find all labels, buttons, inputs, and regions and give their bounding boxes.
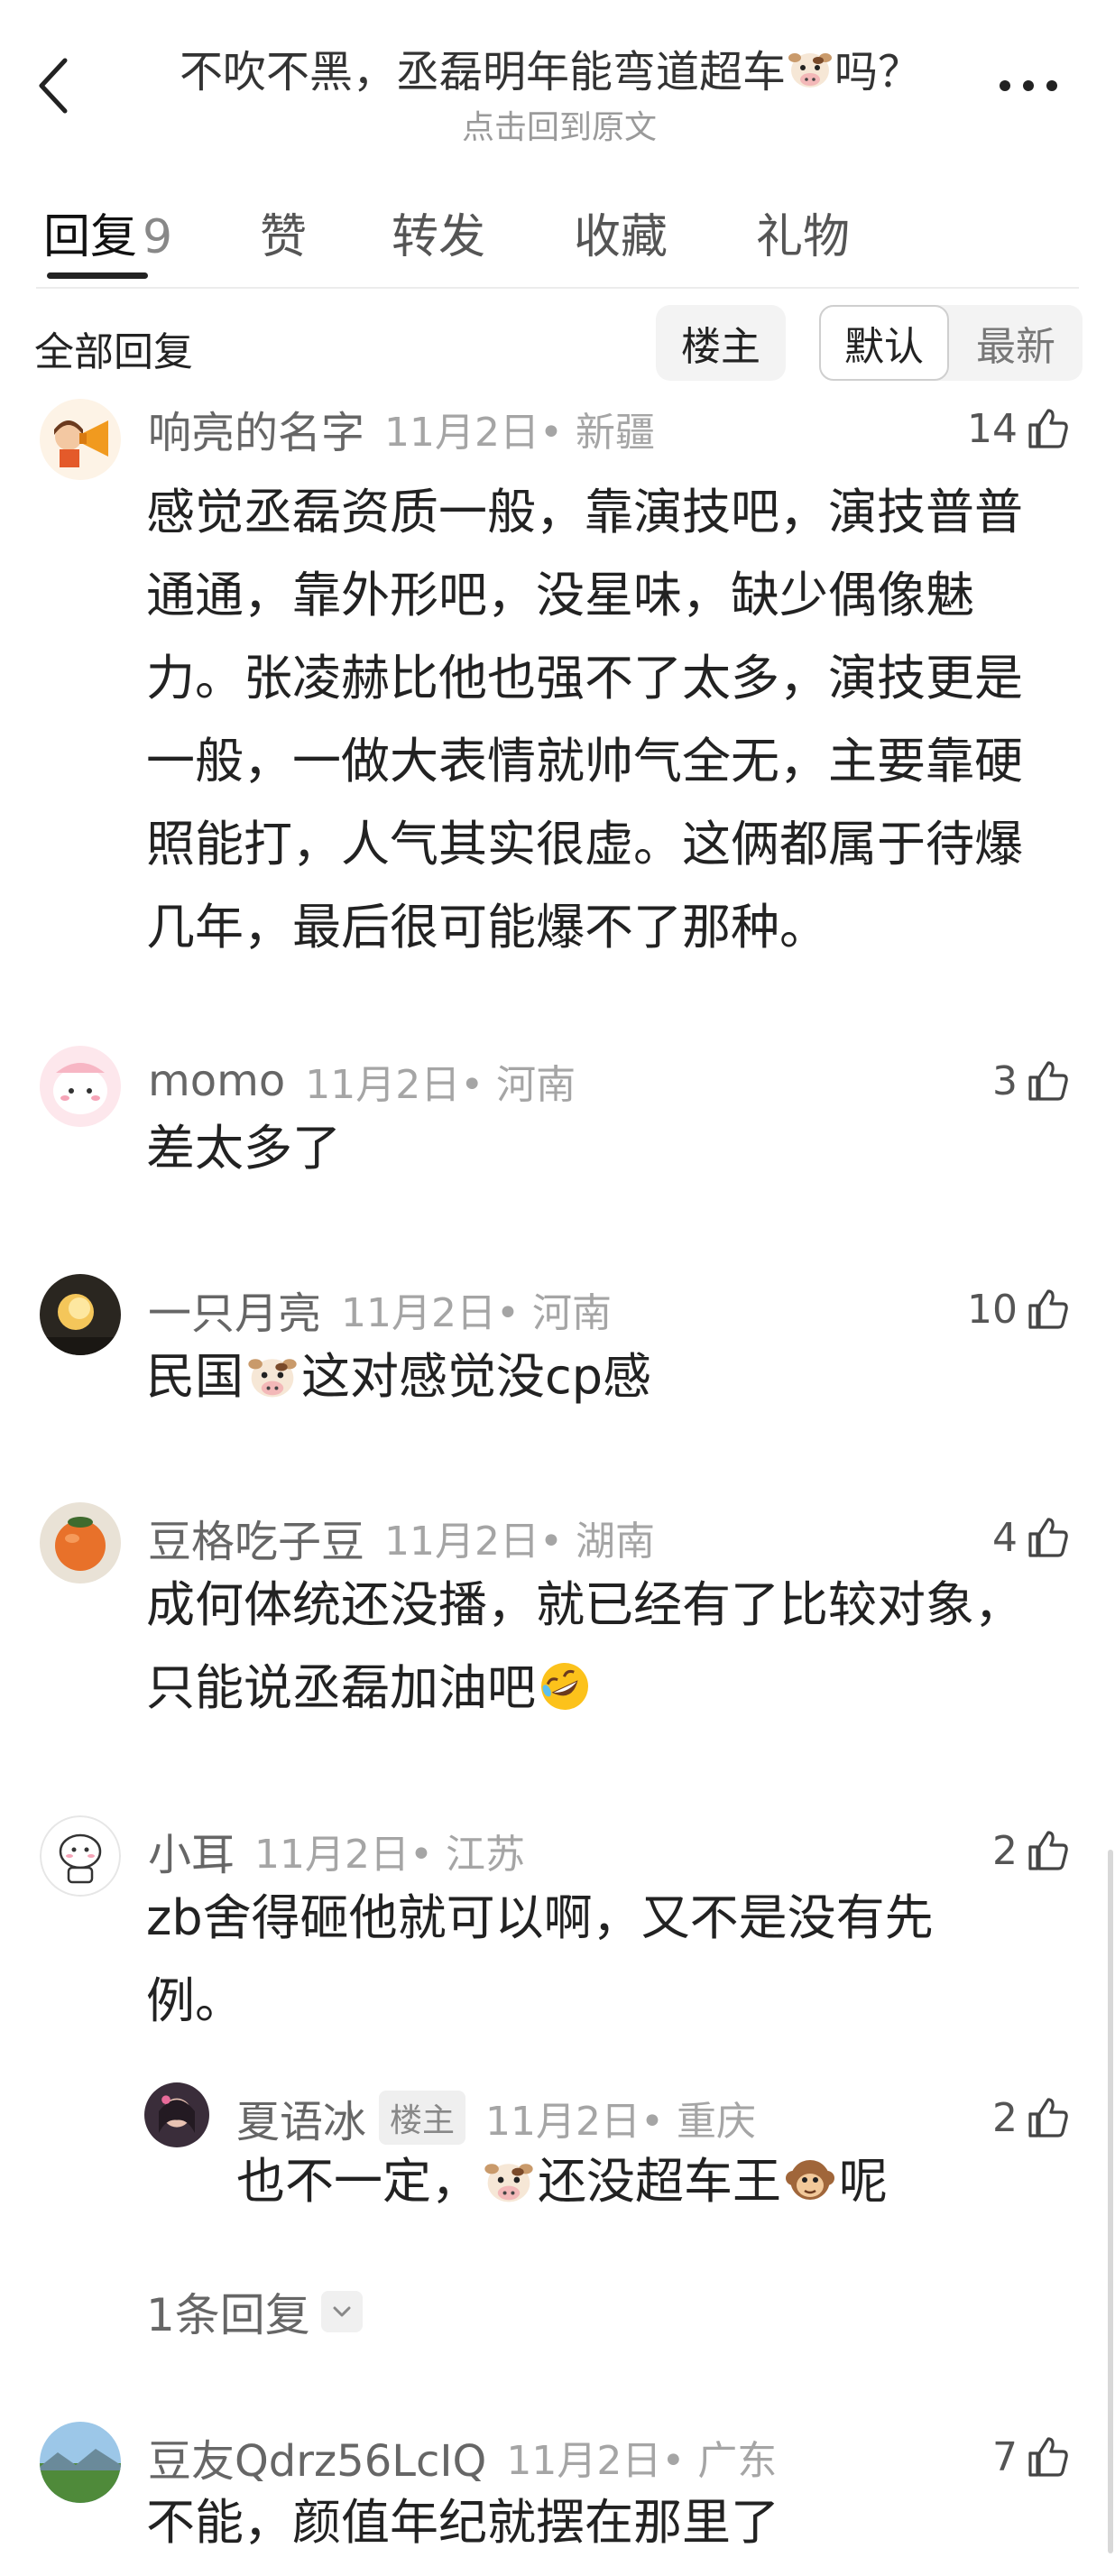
tab-bar: 回复 9 赞 转发 收藏 礼物 xyxy=(0,189,1115,289)
avatar[interactable] xyxy=(40,1815,121,1897)
chevron-left-icon xyxy=(39,58,68,114)
username[interactable]: 一只月亮 xyxy=(148,1278,321,1341)
comment-location: • 河南 xyxy=(496,1290,612,1336)
comment-meta: momo 11月2日 • 河南 xyxy=(148,1049,576,1113)
like-button[interactable]: 7 xyxy=(992,2425,1070,2488)
comment-time: 11月2日 xyxy=(341,1290,496,1336)
comment-meta: 豆格吃子豆 11月2日 • 湖南 xyxy=(148,1506,655,1569)
back-button[interactable] xyxy=(27,50,81,122)
comment-text: 不能，颜值年纪就摆在那里了 xyxy=(146,2494,779,2551)
like-button[interactable]: 10 xyxy=(967,1278,1070,1341)
monkey-emoji-icon xyxy=(783,2149,837,2232)
chevron-down-icon xyxy=(320,2291,363,2332)
like-count: 2 xyxy=(992,2094,1018,2141)
divider xyxy=(36,287,1079,289)
filter-row: 全部回复 楼主 默认 最新 xyxy=(0,298,1115,388)
comment-location: • 湖南 xyxy=(539,1519,655,1565)
like-count: 14 xyxy=(967,405,1018,452)
comment-text: 成何体统还没播，就已经有了比较对象， 只能说丞磊加油吧 xyxy=(146,1564,1023,1739)
sort-default-button[interactable]: 默认 xyxy=(819,305,949,381)
like-button[interactable]: 14 xyxy=(967,397,1070,460)
reply-count: 9 xyxy=(143,210,173,264)
sort-latest-button[interactable]: 最新 xyxy=(949,305,1083,381)
avatar[interactable] xyxy=(40,2422,121,2503)
comment-time: 11月2日 xyxy=(384,1519,539,1565)
more-dots-icon xyxy=(1000,80,1010,91)
tab-gifts[interactable]: 礼物 xyxy=(756,199,850,266)
comment-location: • 河南 xyxy=(460,1062,576,1108)
reply-text: 也不一定， 还没超车王呢 xyxy=(236,2140,888,2232)
all-replies-label: 全部回复 xyxy=(34,329,193,375)
avatar[interactable] xyxy=(40,1046,121,1127)
comment-meta: 一只月亮 11月2日 • 河南 xyxy=(148,1278,612,1341)
avatar[interactable] xyxy=(40,399,121,480)
avatar[interactable] xyxy=(40,1274,121,1355)
cow-emoji-icon xyxy=(482,2149,536,2232)
comment-time: 11月2日 xyxy=(305,1062,461,1108)
comment-time: 11月2日 xyxy=(485,2099,641,2145)
like-count: 7 xyxy=(992,2433,1018,2480)
thumbs-up-icon xyxy=(1028,1289,1068,1329)
comment-text: 差太多了 xyxy=(146,1120,341,1177)
comment-location: • 新疆 xyxy=(539,410,655,456)
post-title-text: 不吹不黑，丞磊明年能弯道超车 xyxy=(179,47,786,97)
like-count: 4 xyxy=(992,1514,1018,1561)
username[interactable]: 豆格吃子豆 xyxy=(148,1506,364,1569)
comment-text: zb舍得砸他就可以啊，又不是没有先 例。 xyxy=(146,1889,934,2029)
top-bar: 不吹不黑，丞磊明年能弯道超车 吗？ 点击回到原文 xyxy=(0,0,1115,171)
op-only-filter-button[interactable]: 楼主 xyxy=(656,305,786,381)
expand-replies-button[interactable]: 1条回复 xyxy=(146,2279,363,2344)
thumbs-up-icon xyxy=(1028,1831,1068,1870)
thumbs-up-icon xyxy=(1028,409,1068,448)
like-count: 3 xyxy=(992,1057,1018,1104)
cow-emoji-icon xyxy=(786,43,834,103)
thumbs-up-icon xyxy=(1028,1518,1068,1557)
comment-time: 11月2日 xyxy=(384,410,539,456)
more-options-button[interactable] xyxy=(992,63,1064,108)
like-count: 10 xyxy=(967,1286,1018,1333)
comment-location: • 江苏 xyxy=(410,1832,525,1878)
thumbs-up-icon xyxy=(1028,2437,1068,2477)
username[interactable]: 响亮的名字 xyxy=(148,397,364,460)
thumbs-up-icon xyxy=(1028,1061,1068,1101)
comment-location: • 广东 xyxy=(661,2438,778,2484)
like-count: 2 xyxy=(992,1827,1018,1874)
comment-time: 11月2日 xyxy=(254,1832,410,1878)
cow-emoji-icon xyxy=(245,1344,299,1427)
username[interactable]: momo xyxy=(148,1056,285,1106)
rofl-emoji-icon xyxy=(538,1656,592,1739)
comment-meta: 响亮的名字 11月2日 • 新疆 xyxy=(148,397,655,460)
tab-replies[interactable]: 回复 9 xyxy=(43,199,172,266)
username[interactable]: 豆友Qdrz56LcIQ xyxy=(148,2425,486,2488)
comment-meta: 小耳 11月2日 • 江苏 xyxy=(148,1819,525,1882)
active-tab-indicator xyxy=(47,272,148,279)
comment-location: • 重庆 xyxy=(640,2099,756,2145)
comment-text: 民国 这对感觉没cp感 xyxy=(146,1335,651,1427)
like-button[interactable]: 3 xyxy=(992,1049,1070,1113)
thumbs-up-icon xyxy=(1028,2098,1068,2137)
post-title-suffix: 吗？ xyxy=(834,47,922,97)
avatar[interactable] xyxy=(40,1502,121,1583)
comment-time: 11月2日 xyxy=(506,2438,662,2484)
back-to-original-link[interactable]: 点击回到原文 xyxy=(126,101,992,148)
post-title[interactable]: 不吹不黑，丞磊明年能弯道超车 吗？ xyxy=(126,36,974,103)
sort-toggle: 默认 最新 xyxy=(819,305,1083,381)
like-button[interactable]: 2 xyxy=(992,2086,1070,2149)
tab-likes[interactable]: 赞 xyxy=(260,199,307,266)
username[interactable]: 小耳 xyxy=(148,1819,235,1882)
comment-meta: 豆友Qdrz56LcIQ 11月2日 • 广东 xyxy=(148,2425,777,2488)
op-badge: 楼主 xyxy=(379,2091,466,2145)
tab-reposts[interactable]: 转发 xyxy=(392,199,485,266)
avatar[interactable] xyxy=(144,2082,209,2147)
comment-text: 感觉丞磊资质一般，靠演技吧，演技普普 通通，靠外形吧，没星味，缺少偶像魅 力。张… xyxy=(146,484,1023,956)
tab-favorites[interactable]: 收藏 xyxy=(574,199,668,266)
scrollbar[interactable] xyxy=(1108,1850,1113,2553)
like-button[interactable]: 4 xyxy=(992,1506,1070,1569)
like-button[interactable]: 2 xyxy=(992,1819,1070,1882)
